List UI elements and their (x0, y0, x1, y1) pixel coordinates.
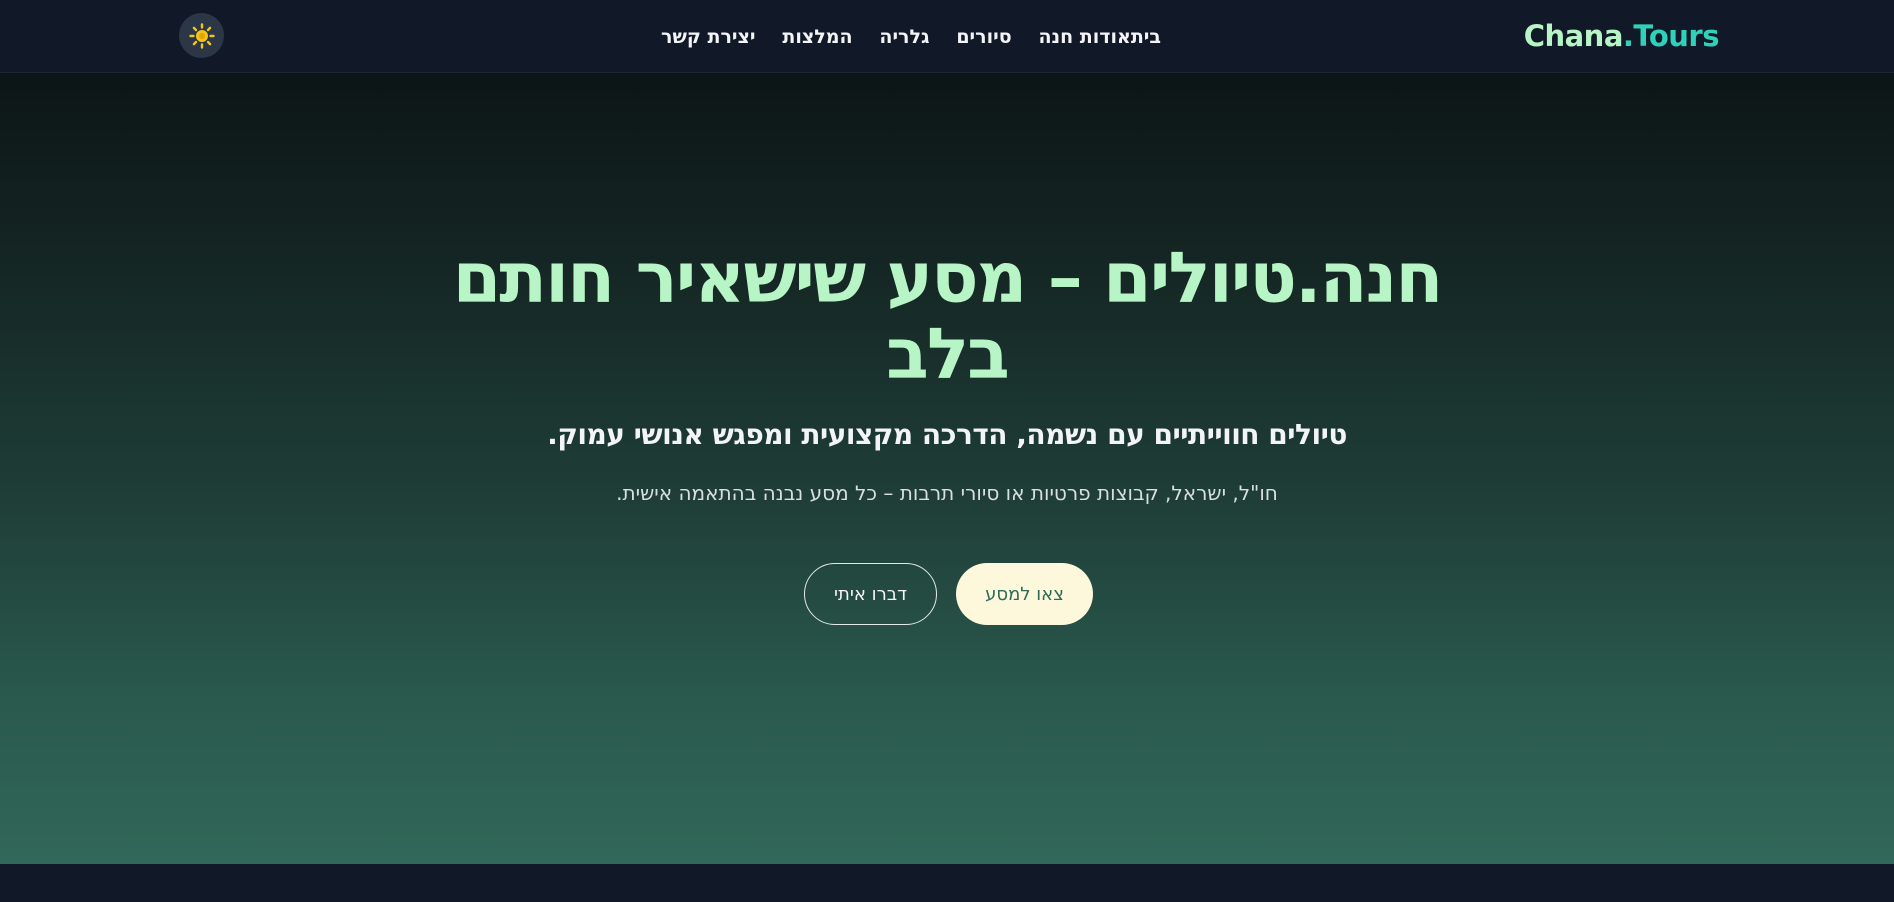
hero-subtitle: טיולים חווייתיים עם נשמה, הדרכה מקצועית … (547, 418, 1347, 451)
contact-me-button[interactable]: דברו איתי (804, 563, 937, 625)
logo-accent-text: .Tours (1622, 19, 1720, 53)
site-header: Chana.Tours ביתאודות חנה סיורים גלריה המ… (0, 0, 1894, 73)
sun-icon (188, 22, 215, 49)
start-journey-button[interactable]: צאו למסע (956, 563, 1093, 625)
nav-item-contact[interactable]: יצירת קשר (661, 26, 755, 48)
logo-main-text: Chana (1523, 19, 1624, 53)
nav-item-tours[interactable]: סיורים (956, 26, 1011, 48)
hero-section: חנה.טיולים – מסע שישאיר חותם בלב טיולים … (0, 73, 1894, 864)
site-logo[interactable]: Chana.Tours (1523, 17, 1720, 55)
hero-title: חנה.טיולים – מסע שישאיר חותם בלב (452, 237, 1444, 395)
nav-item-testimonials[interactable]: המלצות (782, 26, 852, 48)
nav-item-about[interactable]: ביתאודות חנה (1038, 26, 1161, 48)
next-section-strip (0, 864, 1894, 902)
theme-toggle-button[interactable] (179, 13, 224, 58)
nav-item-gallery[interactable]: גלריה (879, 26, 929, 48)
main-nav: ביתאודות חנה סיורים גלריה המלצות יצירת ק… (661, 22, 1161, 52)
hero-description: חו"ל, ישראל, קבוצות פרטיות או סיורי תרבו… (616, 481, 1278, 505)
